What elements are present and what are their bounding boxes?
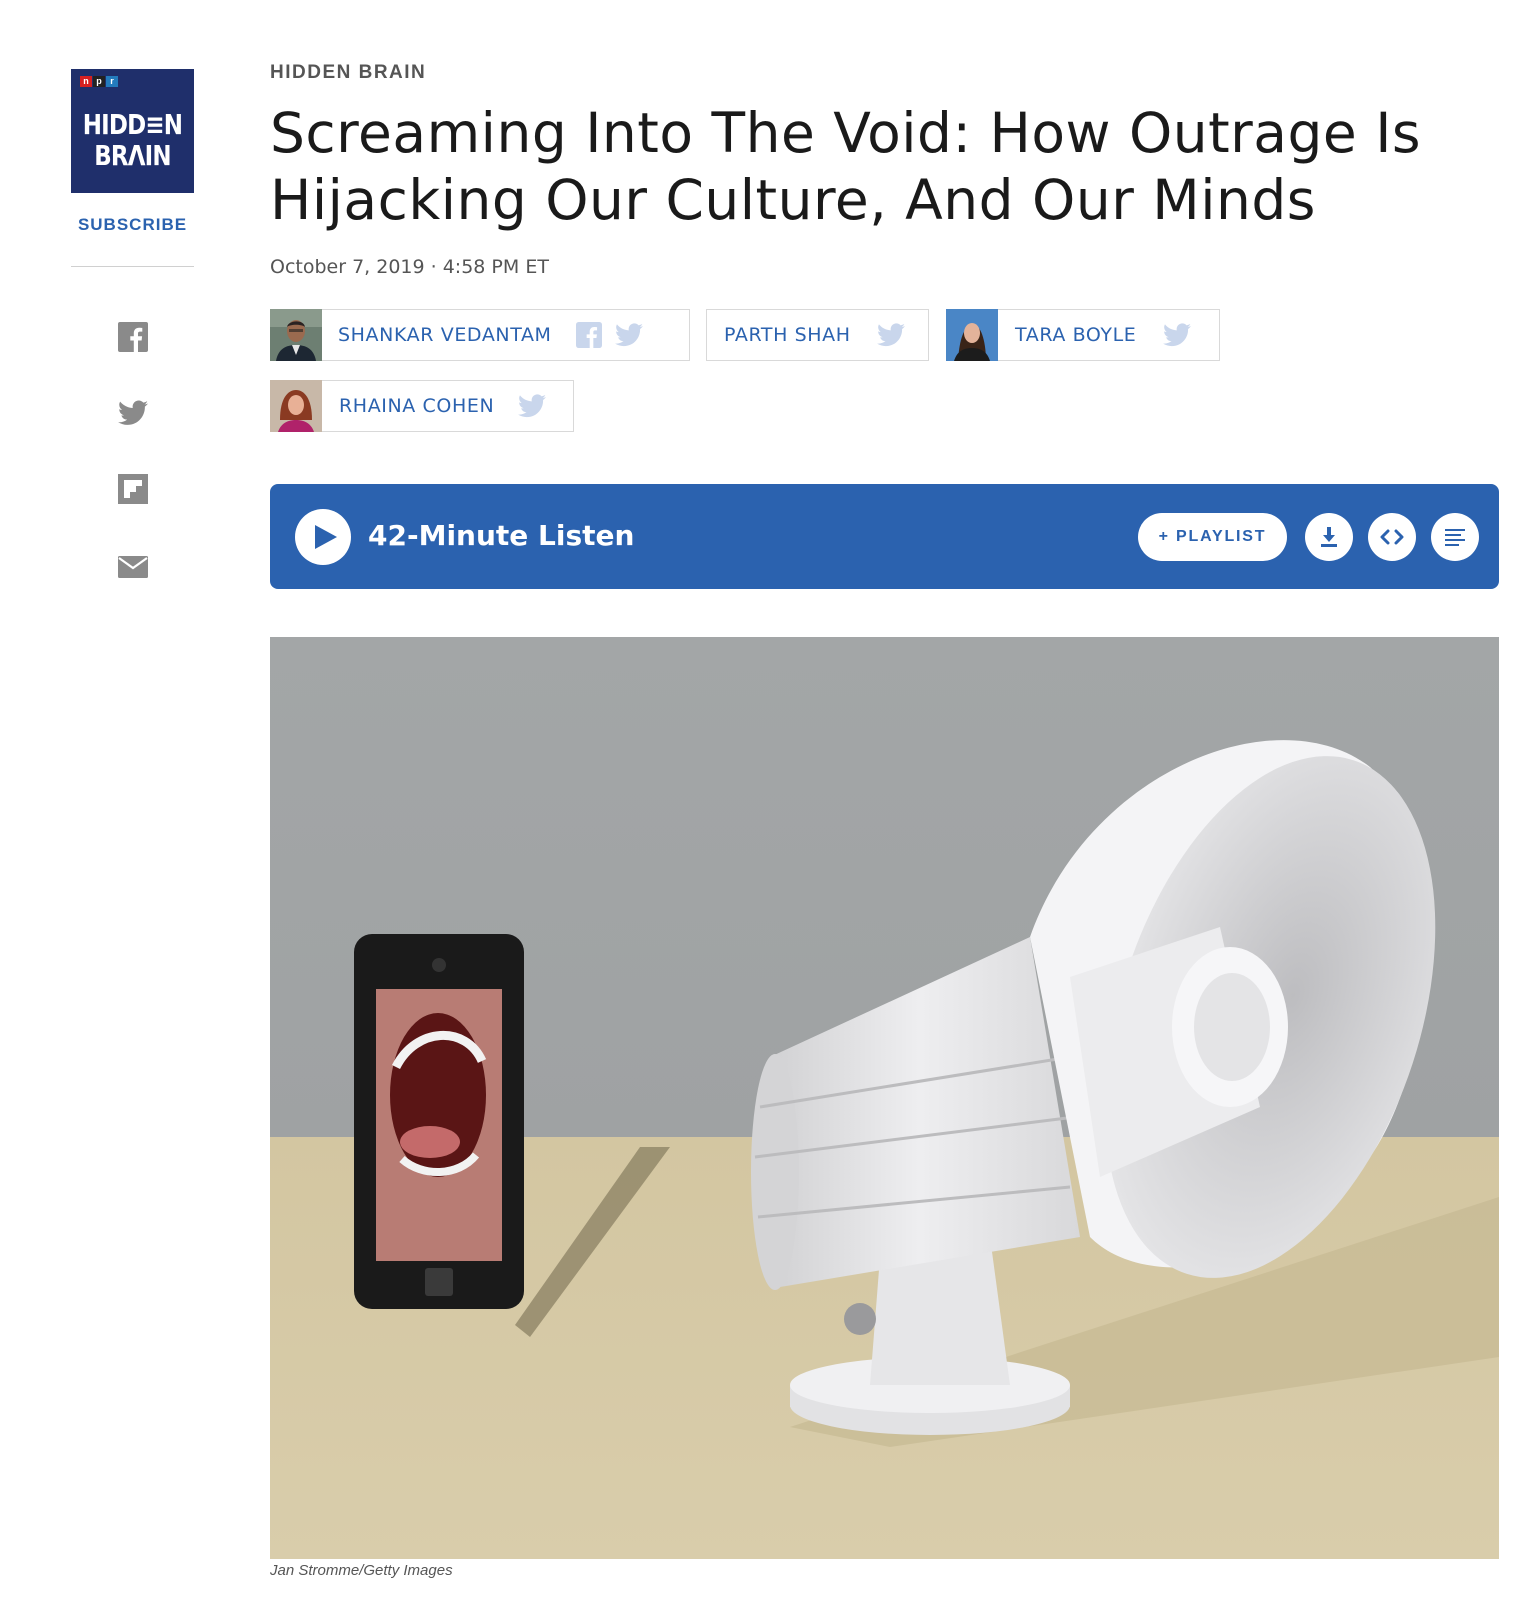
- logo-wordmark: HIDD≡N BRɅIN: [82, 108, 183, 172]
- twitter-icon: [118, 400, 148, 425]
- show-kicker[interactable]: HIDDEN BRAIN: [270, 62, 426, 84]
- byline-rhaina-cohen[interactable]: RHAINA COHEN: [270, 379, 574, 432]
- embed-icon: [1380, 529, 1404, 545]
- npr-logo: n p r: [80, 76, 118, 87]
- transcript-button[interactable]: [1431, 513, 1479, 561]
- embed-button[interactable]: [1368, 513, 1416, 561]
- transcript-icon: [1445, 529, 1465, 546]
- email-share-button[interactable]: [118, 552, 148, 582]
- twitter-icon[interactable]: [517, 391, 547, 421]
- twitter-share-button[interactable]: [118, 398, 148, 428]
- flipboard-share-button[interactable]: [118, 474, 148, 504]
- add-to-playlist-button[interactable]: + PLAYLIST: [1138, 513, 1287, 561]
- byline-parth-shah[interactable]: PARTH SHAH: [706, 309, 929, 361]
- play-icon: [315, 525, 337, 549]
- play-button[interactable]: [295, 509, 351, 565]
- author-name: SHANKAR VEDANTAM: [338, 324, 552, 346]
- twitter-icon[interactable]: [614, 320, 644, 350]
- article-headline: Screaming Into The Void: How Outrage Is …: [270, 101, 1422, 232]
- article-lead-image: [270, 637, 1499, 1559]
- hidden-brain-logo[interactable]: n p r HIDD≡N BRɅIN: [71, 69, 194, 193]
- facebook-icon: [118, 322, 148, 352]
- email-icon: [118, 556, 148, 578]
- article-dateline: October 7, 2019 · 4:58 PM ET: [270, 256, 549, 278]
- byline-shankar-vedantam[interactable]: SHANKAR VEDANTAM: [270, 308, 690, 361]
- rail-divider: [71, 266, 194, 267]
- twitter-icon[interactable]: [1162, 320, 1192, 350]
- author-name: PARTH SHAH: [724, 324, 851, 346]
- download-button[interactable]: [1305, 513, 1353, 561]
- author-photo: [270, 379, 322, 432]
- facebook-share-button[interactable]: [118, 322, 148, 352]
- facebook-icon[interactable]: [574, 320, 604, 350]
- image-credit: Jan Stromme/Getty Images: [270, 1562, 453, 1579]
- author-name: RHAINA COHEN: [339, 395, 495, 417]
- download-icon: [1321, 527, 1337, 547]
- listen-duration-label: 42-Minute Listen: [368, 519, 635, 552]
- audio-player: 42-Minute Listen + PLAYLIST: [270, 484, 1499, 589]
- byline-tara-boyle[interactable]: TARA BOYLE: [946, 308, 1220, 361]
- author-photo: [946, 308, 998, 361]
- subscribe-link[interactable]: SUBSCRIBE: [71, 215, 194, 235]
- twitter-icon[interactable]: [876, 320, 906, 350]
- flipboard-icon: [118, 474, 148, 504]
- author-photo: [270, 308, 322, 361]
- author-name: TARA BOYLE: [1015, 324, 1137, 346]
